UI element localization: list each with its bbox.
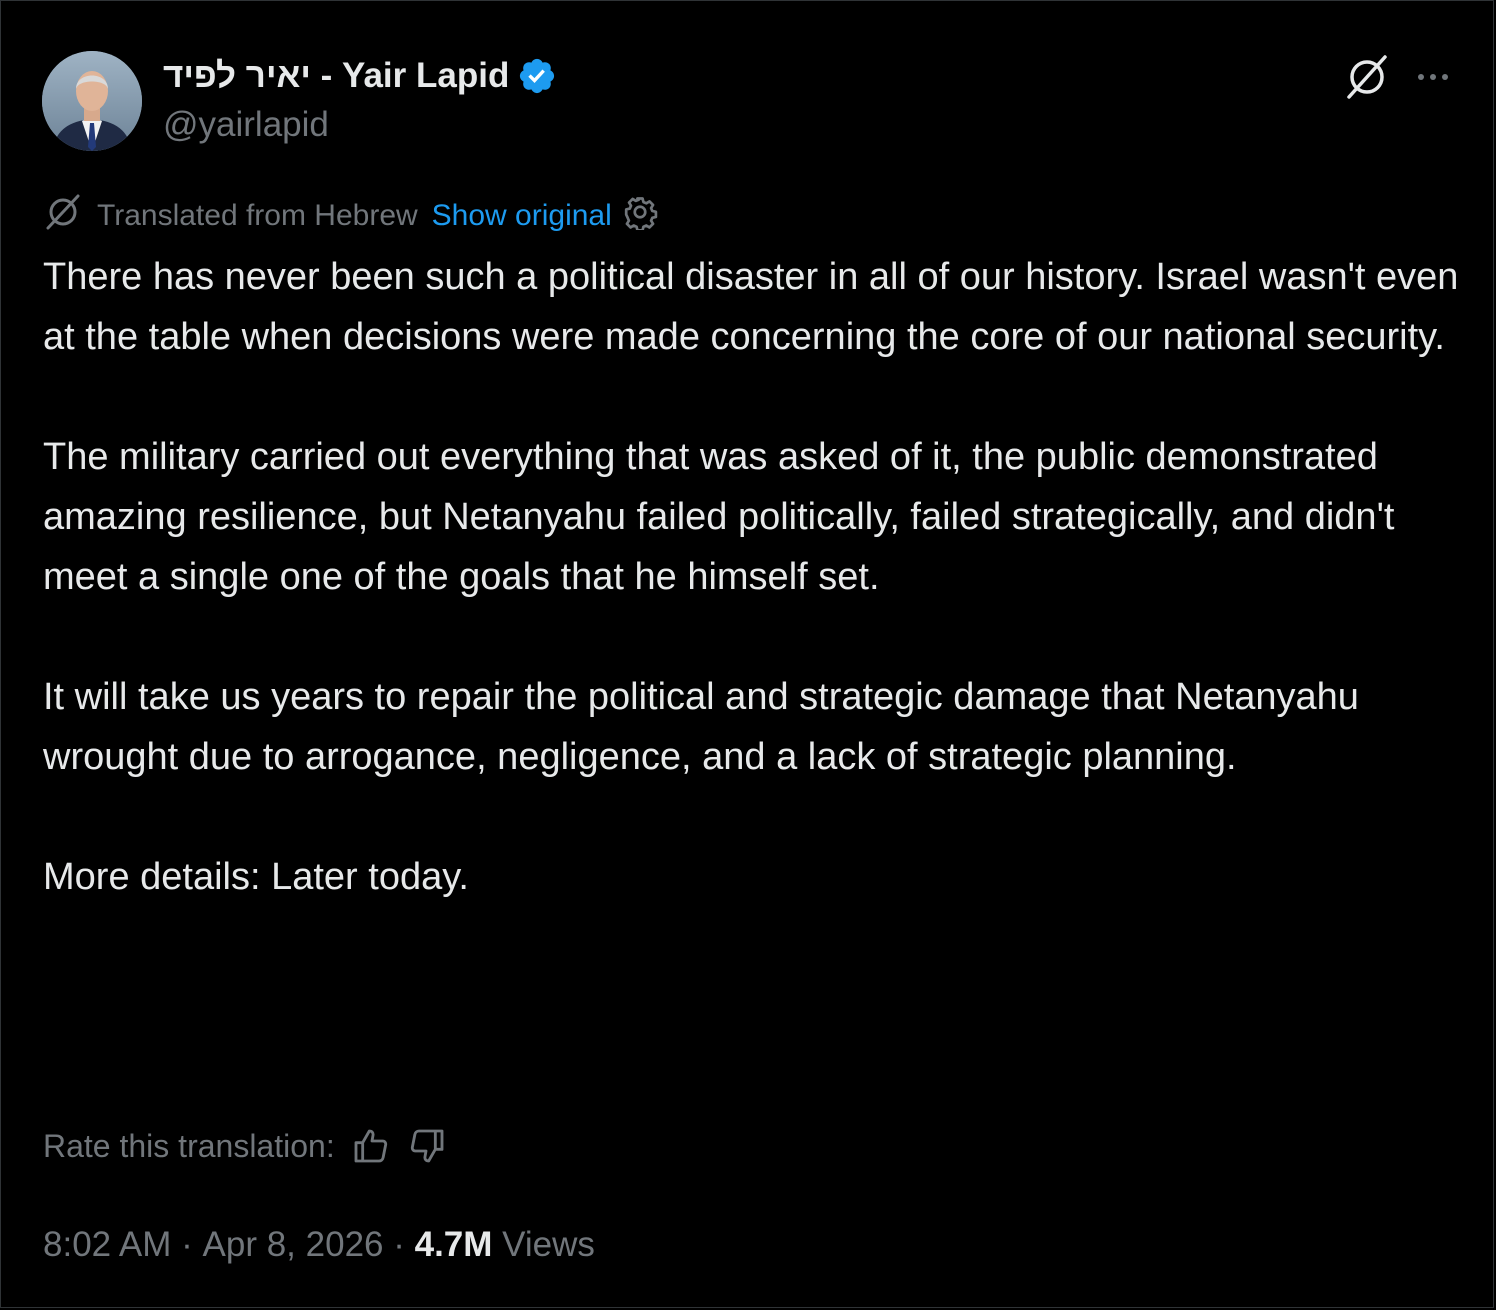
rate-translation-label: Rate this translation: — [43, 1127, 335, 1164]
author-handle[interactable]: @yairlapid — [163, 105, 329, 145]
tweet-card: יאיר לפיד - Yair Lapid @yairlapid Transl… — [0, 0, 1494, 1308]
tweet-meta: 8:02 AM · Apr 8, 2026 · 4.7M Views — [43, 1219, 595, 1271]
grok-icon[interactable] — [1343, 53, 1391, 101]
translation-notice: Translated from Hebrew Show original — [43, 194, 658, 238]
gear-icon[interactable] — [622, 194, 658, 238]
tweet-date[interactable]: Apr 8, 2026 — [203, 1225, 384, 1265]
more-options-icon[interactable] — [1413, 57, 1453, 97]
avatar-portrait-image — [42, 51, 142, 151]
views-label: Views — [492, 1225, 595, 1264]
thumbs-up-icon[interactable] — [351, 1126, 391, 1166]
author-display-name[interactable]: יאיר לפיד - Yair Lapid — [163, 56, 509, 96]
author-name-row: יאיר לפיד - Yair Lapid — [163, 53, 557, 99]
grok-translate-icon — [43, 192, 83, 240]
rate-translation: Rate this translation: — [43, 1121, 447, 1171]
header-actions — [1343, 53, 1453, 101]
show-original-link[interactable]: Show original — [432, 199, 612, 233]
tweet-paragraph: It will take us years to repair the poli… — [43, 676, 1359, 778]
meta-separator: · — [383, 1225, 415, 1264]
verified-badge-icon[interactable] — [517, 56, 557, 96]
tweet-paragraph: There has never been such a political di… — [43, 256, 1459, 358]
tweet-paragraph: The military carried out everything that… — [43, 436, 1395, 598]
meta-separator: · — [171, 1225, 203, 1264]
translated-label: Translated from Hebrew — [97, 199, 418, 232]
tweet-paragraph: More details: Later today. — [43, 856, 469, 898]
tweet-text: There has never been such a political di… — [43, 247, 1463, 907]
views-count[interactable]: 4.7M — [415, 1225, 493, 1265]
thumbs-down-icon[interactable] — [407, 1126, 447, 1166]
avatar[interactable] — [42, 51, 142, 151]
tweet-time[interactable]: 8:02 AM — [43, 1225, 171, 1265]
